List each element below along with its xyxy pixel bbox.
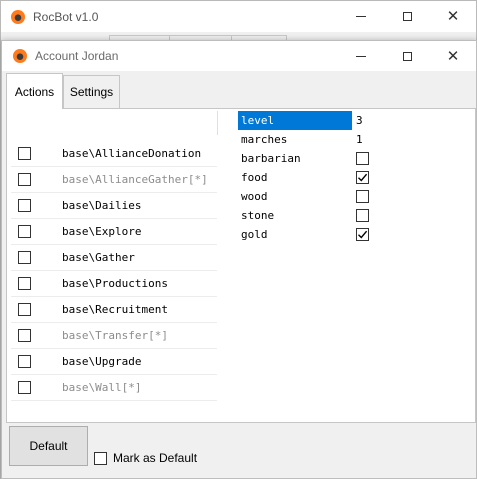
account-minimize-button[interactable] <box>338 41 384 71</box>
property-checkbox[interactable] <box>352 171 369 184</box>
main-minimize-button[interactable] <box>338 1 384 32</box>
property-value[interactable]: 1 <box>352 133 363 146</box>
property-row-stone[interactable]: stone <box>238 206 438 225</box>
task-row[interactable]: base\Transfer[*] <box>11 323 217 349</box>
task-label: base\Wall[*] <box>62 381 142 394</box>
task-label: base\Gather <box>62 251 135 264</box>
task-row[interactable]: base\Wall[*] <box>11 375 217 401</box>
list-divider <box>217 111 218 135</box>
main-window-title: RocBot v1.0 <box>33 9 99 24</box>
property-row-food[interactable]: food <box>238 168 438 187</box>
task-label: base\AllianceGather[*] <box>62 173 208 186</box>
task-checkbox[interactable] <box>18 199 31 212</box>
property-row-marches[interactable]: marches 1 <box>238 130 438 149</box>
task-checkbox[interactable] <box>18 329 31 342</box>
main-maximize-button[interactable] <box>384 1 430 32</box>
account-window-title: Account Jordan <box>35 49 119 63</box>
task-checkbox[interactable] <box>18 173 31 186</box>
property-row-gold[interactable]: gold <box>238 225 438 244</box>
mark-as-default-label: Mark as Default <box>113 451 198 465</box>
main-close-button[interactable]: ✕ <box>430 1 476 32</box>
property-row-level[interactable]: level 3 <box>238 111 438 130</box>
task-label: base\Upgrade <box>62 355 142 368</box>
property-value[interactable]: 3 <box>352 114 363 127</box>
property-checkbox-box[interactable] <box>356 190 369 203</box>
property-name: stone <box>241 209 275 222</box>
property-checkbox-box[interactable] <box>356 209 369 222</box>
task-label: base\AllianceDonation <box>62 147 202 160</box>
account-window: Account Jordan ✕ Actions Settings base\A… <box>1 40 477 479</box>
property-checkbox-box[interactable] <box>356 228 369 241</box>
task-label: base\Explore <box>62 225 142 238</box>
task-checkbox[interactable] <box>18 277 31 290</box>
account-maximize-button[interactable] <box>384 41 430 71</box>
account-close-button[interactable]: ✕ <box>430 41 476 71</box>
robot-app-icon <box>13 49 27 63</box>
maximize-icon <box>402 12 412 21</box>
property-row-wood[interactable]: wood <box>238 187 438 206</box>
main-titlebar[interactable]: RocBot v1.0 ✕ <box>1 1 476 32</box>
tab-actions-label: Actions <box>14 84 55 99</box>
close-icon: ✕ <box>446 47 460 65</box>
tab-actions[interactable]: Actions <box>6 73 63 109</box>
property-checkbox-box[interactable] <box>356 171 369 184</box>
tab-settings[interactable]: Settings <box>63 75 120 108</box>
task-checkbox[interactable] <box>18 355 31 368</box>
property-name: marches <box>241 133 288 146</box>
tab-settings-label: Settings <box>69 85 114 99</box>
task-checkbox[interactable] <box>18 147 31 160</box>
actions-panel: base\AllianceDonation base\AllianceGather… <box>6 108 476 423</box>
robot-app-icon <box>11 9 25 24</box>
task-row[interactable]: base\Recruitment <box>11 297 217 323</box>
property-checkbox[interactable] <box>352 190 369 203</box>
property-name: wood <box>241 190 268 203</box>
property-name: level <box>238 111 352 130</box>
default-button[interactable]: Default <box>9 426 88 466</box>
account-titlebar[interactable]: Account Jordan ✕ <box>2 41 476 71</box>
task-label: base\Productions <box>62 277 168 290</box>
property-checkbox-box[interactable] <box>356 152 369 165</box>
task-row[interactable]: base\AllianceDonation <box>11 141 217 167</box>
task-row[interactable]: base\Dailies <box>11 193 217 219</box>
task-row[interactable]: base\Productions <box>11 271 217 297</box>
task-label: base\Transfer[*] <box>62 329 168 342</box>
minimize-icon <box>356 16 366 17</box>
minimize-icon <box>356 55 366 57</box>
property-name: food <box>241 171 268 184</box>
mark-as-default-option[interactable]: Mark as Default <box>94 451 197 465</box>
default-button-label: Default <box>29 439 68 453</box>
task-row[interactable]: base\AllianceGather[*] <box>11 167 217 193</box>
task-row[interactable]: base\Gather <box>11 245 217 271</box>
property-checkbox[interactable] <box>352 152 369 165</box>
task-checkbox[interactable] <box>18 251 31 264</box>
property-checkbox[interactable] <box>352 209 369 222</box>
task-label: base\Recruitment <box>62 303 168 316</box>
maximize-icon <box>402 51 412 61</box>
task-row[interactable]: base\Explore <box>11 219 217 245</box>
task-checkbox[interactable] <box>18 225 31 238</box>
mark-as-default-checkbox[interactable] <box>94 451 107 465</box>
task-row[interactable]: base\Upgrade <box>11 349 217 375</box>
task-checklist: base\AllianceDonation base\AllianceGather… <box>11 141 217 401</box>
property-name: gold <box>241 228 268 241</box>
close-icon: ✕ <box>446 8 460 25</box>
property-checkbox[interactable] <box>352 228 369 241</box>
property-row-barbarian[interactable]: barbarian <box>238 149 438 168</box>
task-label: base\Dailies <box>62 199 142 212</box>
property-name: barbarian <box>241 152 301 165</box>
task-checkbox[interactable] <box>18 381 31 394</box>
task-checkbox[interactable] <box>18 303 31 316</box>
